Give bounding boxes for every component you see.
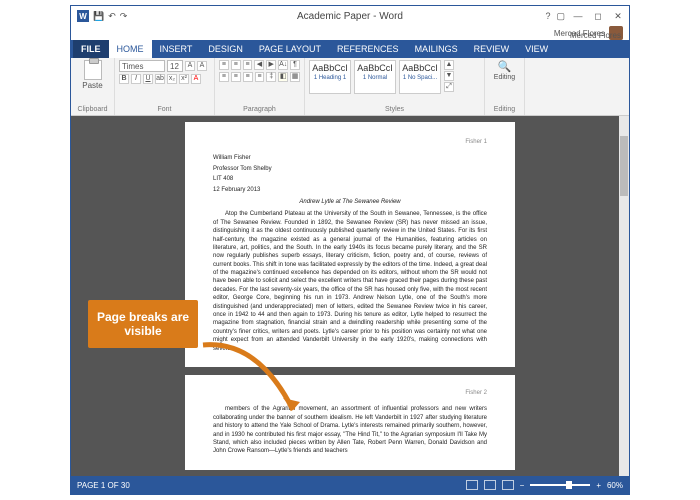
qat-undo-icon[interactable]: ↶ bbox=[108, 11, 116, 22]
doc-professor: Professor Tom Shelby bbox=[213, 165, 487, 173]
styles-group: AaBbCcI 1 Heading 1 AaBbCcI 1 Normal AaB… bbox=[305, 58, 485, 115]
scrollbar-thumb[interactable] bbox=[620, 136, 628, 196]
zoom-out-button[interactable]: − bbox=[520, 481, 525, 490]
vertical-scrollbar[interactable] bbox=[619, 116, 629, 476]
word-app-icon: W bbox=[77, 10, 89, 22]
doc-title: Andrew Lytle at The Sewanee Review bbox=[213, 198, 487, 206]
font-group: Times 12 A A B I U ab x₂ x² A Font bbox=[115, 58, 215, 115]
close-button[interactable]: ✕ bbox=[611, 11, 625, 22]
styles-up-icon[interactable]: ▲ bbox=[444, 60, 454, 70]
styles-down-icon[interactable]: ▼ bbox=[444, 71, 454, 81]
sort-icon[interactable]: A↓ bbox=[278, 60, 288, 70]
tab-review[interactable]: REVIEW bbox=[466, 40, 518, 58]
editing-group-label: Editing bbox=[489, 106, 520, 113]
page1-header: Fisher 1 bbox=[213, 138, 487, 146]
style-heading1[interactable]: AaBbCcI 1 Heading 1 bbox=[309, 60, 351, 94]
ribbon: Paste Clipboard Times 12 A A B I U ab x₂… bbox=[71, 58, 629, 116]
editing-group: 🔍 Editing Editing bbox=[485, 58, 525, 115]
align-center-icon[interactable]: ≡ bbox=[231, 72, 241, 82]
paragraph-group: ≡ ≡ ≡ ◀ ▶ A↓ ¶ ≡ ≡ ≡ ≡ ‡ ◧ ▦ P bbox=[215, 58, 305, 115]
zoom-level[interactable]: 60% bbox=[607, 481, 623, 490]
clipboard-icon bbox=[84, 60, 102, 80]
paste-button[interactable]: Paste bbox=[75, 60, 110, 90]
annotation-arrow-icon bbox=[198, 330, 318, 440]
paste-label: Paste bbox=[82, 81, 102, 90]
maximize-button[interactable]: ◻ bbox=[591, 11, 605, 22]
strike-button[interactable]: ab bbox=[155, 74, 165, 84]
tab-view[interactable]: VIEW bbox=[517, 40, 556, 58]
document-area[interactable]: Fisher 1 William Fisher Professor Tom Sh… bbox=[71, 116, 629, 476]
read-mode-icon[interactable] bbox=[466, 480, 478, 490]
shrink-font-icon[interactable]: A bbox=[197, 61, 207, 71]
tab-file[interactable]: FILE bbox=[73, 40, 109, 58]
borders-icon[interactable]: ▦ bbox=[290, 72, 300, 82]
underline-button[interactable]: U bbox=[143, 74, 153, 84]
tab-mailings[interactable]: MAILINGS bbox=[407, 40, 466, 58]
styles-more-icon[interactable]: ⤢ bbox=[444, 82, 454, 92]
numbering-icon[interactable]: ≡ bbox=[231, 60, 241, 70]
minimize-button[interactable]: — bbox=[571, 11, 585, 21]
font-size-select[interactable]: 12 bbox=[167, 60, 183, 72]
align-right-icon[interactable]: ≡ bbox=[243, 72, 253, 82]
bullets-icon[interactable]: ≡ bbox=[219, 60, 229, 70]
sub-button[interactable]: x₂ bbox=[167, 74, 177, 84]
styles-group-label: Styles bbox=[309, 106, 480, 113]
editing-label: Editing bbox=[494, 74, 515, 81]
print-layout-icon[interactable] bbox=[484, 480, 496, 490]
sup-button[interactable]: x² bbox=[179, 74, 189, 84]
doc-date: 12 February 2013 bbox=[213, 186, 487, 194]
clipboard-group: Paste Clipboard bbox=[71, 58, 115, 115]
font-name-select[interactable]: Times bbox=[119, 60, 165, 72]
doc-course: LIT 408 bbox=[213, 175, 487, 183]
zoom-in-button[interactable]: + bbox=[596, 481, 601, 490]
page-indicator[interactable]: PAGE 1 OF 30 bbox=[77, 481, 130, 490]
zoom-thumb[interactable] bbox=[566, 481, 572, 489]
style-normal[interactable]: AaBbCcI 1 Normal bbox=[354, 60, 396, 94]
qat-save-icon[interactable]: 💾 bbox=[93, 11, 104, 22]
doc-author: William Fisher bbox=[213, 154, 487, 162]
font-group-label: Font bbox=[119, 106, 210, 113]
pilcrow-icon[interactable]: ¶ bbox=[290, 60, 300, 70]
find-icon[interactable]: 🔍 bbox=[498, 60, 512, 73]
italic-button[interactable]: I bbox=[131, 74, 141, 84]
ribbon-tabs: FILE HOME INSERT DESIGN PAGE LAYOUT REFE… bbox=[71, 40, 629, 58]
align-left-icon[interactable]: ≡ bbox=[219, 72, 229, 82]
ribbon-options-icon[interactable]: ▢ bbox=[556, 11, 565, 22]
paragraph-group-label: Paragraph bbox=[219, 106, 300, 113]
qat-redo-icon[interactable]: ↷ bbox=[120, 11, 128, 22]
bold-button[interactable]: B bbox=[119, 74, 129, 84]
user-name[interactable]: Merced Flores bbox=[570, 31, 621, 40]
word-window: W 💾 ↶ ↷ Academic Paper - Word ? ▢ — ◻ ✕ … bbox=[70, 5, 630, 495]
multilevel-icon[interactable]: ≡ bbox=[243, 60, 253, 70]
line-spacing-icon[interactable]: ‡ bbox=[266, 72, 276, 82]
zoom-slider[interactable] bbox=[530, 484, 590, 486]
web-layout-icon[interactable] bbox=[502, 480, 514, 490]
justify-icon[interactable]: ≡ bbox=[255, 72, 265, 82]
tab-page-layout[interactable]: PAGE LAYOUT bbox=[251, 40, 329, 58]
style-no-spacing[interactable]: AaBbCcI 1 No Spaci... bbox=[399, 60, 441, 94]
statusbar: PAGE 1 OF 30 − + 60% bbox=[71, 476, 629, 494]
tab-references[interactable]: REFERENCES bbox=[329, 40, 407, 58]
help-icon[interactable]: ? bbox=[545, 11, 550, 21]
shading-icon[interactable]: ◧ bbox=[278, 72, 288, 82]
tab-insert[interactable]: INSERT bbox=[152, 40, 201, 58]
tab-home[interactable]: HOME bbox=[109, 40, 152, 58]
indent-dec-icon[interactable]: ◀ bbox=[254, 60, 264, 70]
tab-design[interactable]: DESIGN bbox=[200, 40, 251, 58]
grow-font-icon[interactable]: A bbox=[185, 61, 195, 71]
font-color-button[interactable]: A bbox=[191, 74, 201, 84]
clipboard-group-label: Clipboard bbox=[75, 106, 110, 113]
annotation-callout: Page breaks are visible bbox=[88, 300, 198, 348]
titlebar: W 💾 ↶ ↷ Academic Paper - Word ? ▢ — ◻ ✕ … bbox=[71, 6, 629, 26]
indent-inc-icon[interactable]: ▶ bbox=[266, 60, 276, 70]
